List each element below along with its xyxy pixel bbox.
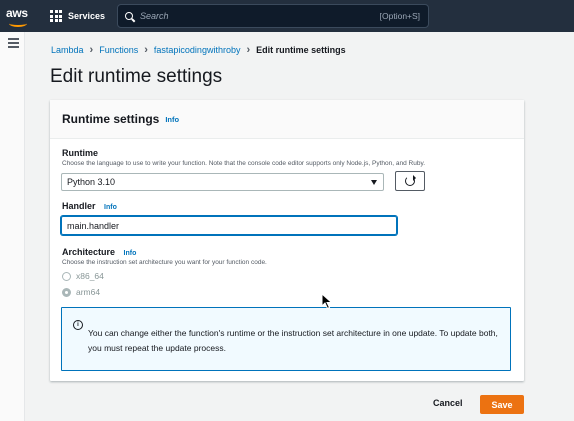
chevron-right-icon: › (144, 44, 148, 56)
card-header: Runtime settings Info (50, 100, 524, 139)
refresh-button[interactable] (395, 171, 425, 191)
search-shortcut-hint: [Option+S] (379, 11, 421, 21)
caret-down-icon (371, 180, 377, 185)
handler-info-link[interactable]: Info (104, 204, 117, 211)
page-title: Edit runtime settings (50, 66, 223, 87)
services-menu-button[interactable]: Services (50, 10, 105, 22)
title-info-link[interactable]: Info (165, 115, 179, 124)
runtime-label: Runtime (62, 148, 98, 158)
save-button[interactable]: Save (480, 395, 524, 414)
card-title: Runtime settings (62, 112, 160, 126)
radio-x86-64-label: x86_64 (76, 271, 104, 281)
refresh-icon (405, 175, 416, 186)
runtime-selected-value: Python 3.10 (67, 177, 116, 187)
radio-icon (62, 271, 71, 281)
menu-icon[interactable] (8, 38, 19, 50)
aws-logo[interactable]: aws (0, 0, 36, 32)
search-input[interactable]: Search [Option+S] (117, 4, 430, 28)
services-label: Services (68, 11, 106, 21)
aws-smile-icon (9, 20, 27, 27)
radio-arm64-label: arm64 (76, 287, 101, 297)
aws-logo-text: aws (6, 6, 28, 20)
breadcrumb-function-name[interactable]: fastapicodingwithroby (154, 45, 241, 55)
handler-input[interactable]: main.handler (61, 216, 397, 235)
left-rail (0, 32, 25, 421)
radio-arm64[interactable]: arm64 (62, 287, 100, 297)
breadcrumb-current: Edit runtime settings (256, 45, 346, 55)
architecture-label: Architecture Info (62, 247, 136, 257)
chevron-right-icon: › (89, 44, 94, 56)
architecture-label-text: Architecture (62, 247, 116, 257)
runtime-settings-card: Runtime settings Info Runtime Choose the… (50, 100, 524, 381)
services-grid-icon (50, 10, 62, 22)
architecture-description: Choose the instruction set architecture … (62, 259, 267, 266)
mouse-cursor-icon (321, 293, 333, 310)
breadcrumb-lambda[interactable]: Lambda (51, 45, 84, 55)
handler-label-text: Handler (62, 201, 96, 211)
search-icon (125, 11, 134, 21)
breadcrumb: Lambda › Functions › fastapicodingwithro… (51, 44, 346, 56)
runtime-select[interactable]: Python 3.10 (61, 173, 384, 191)
handler-value: main.handler (67, 220, 120, 231)
breadcrumb-functions[interactable]: Functions (99, 45, 138, 55)
search-placeholder: Search (140, 11, 169, 21)
architecture-info-link[interactable]: Info (124, 250, 137, 257)
radio-x86-64[interactable]: x86_64 (62, 271, 104, 281)
cancel-button[interactable]: Cancel (433, 398, 463, 408)
alert-text: You can change either the function's run… (88, 328, 498, 353)
runtime-description: Choose the language to use to write your… (62, 160, 426, 167)
top-navigation: aws Services Search [Option+S] (0, 0, 574, 32)
handler-label: Handler Info (62, 201, 117, 211)
info-alert: i You can change either the function's r… (61, 307, 511, 371)
radio-selected-icon (62, 287, 71, 297)
info-circle-icon: i (73, 320, 83, 330)
chevron-right-icon: › (246, 44, 251, 56)
